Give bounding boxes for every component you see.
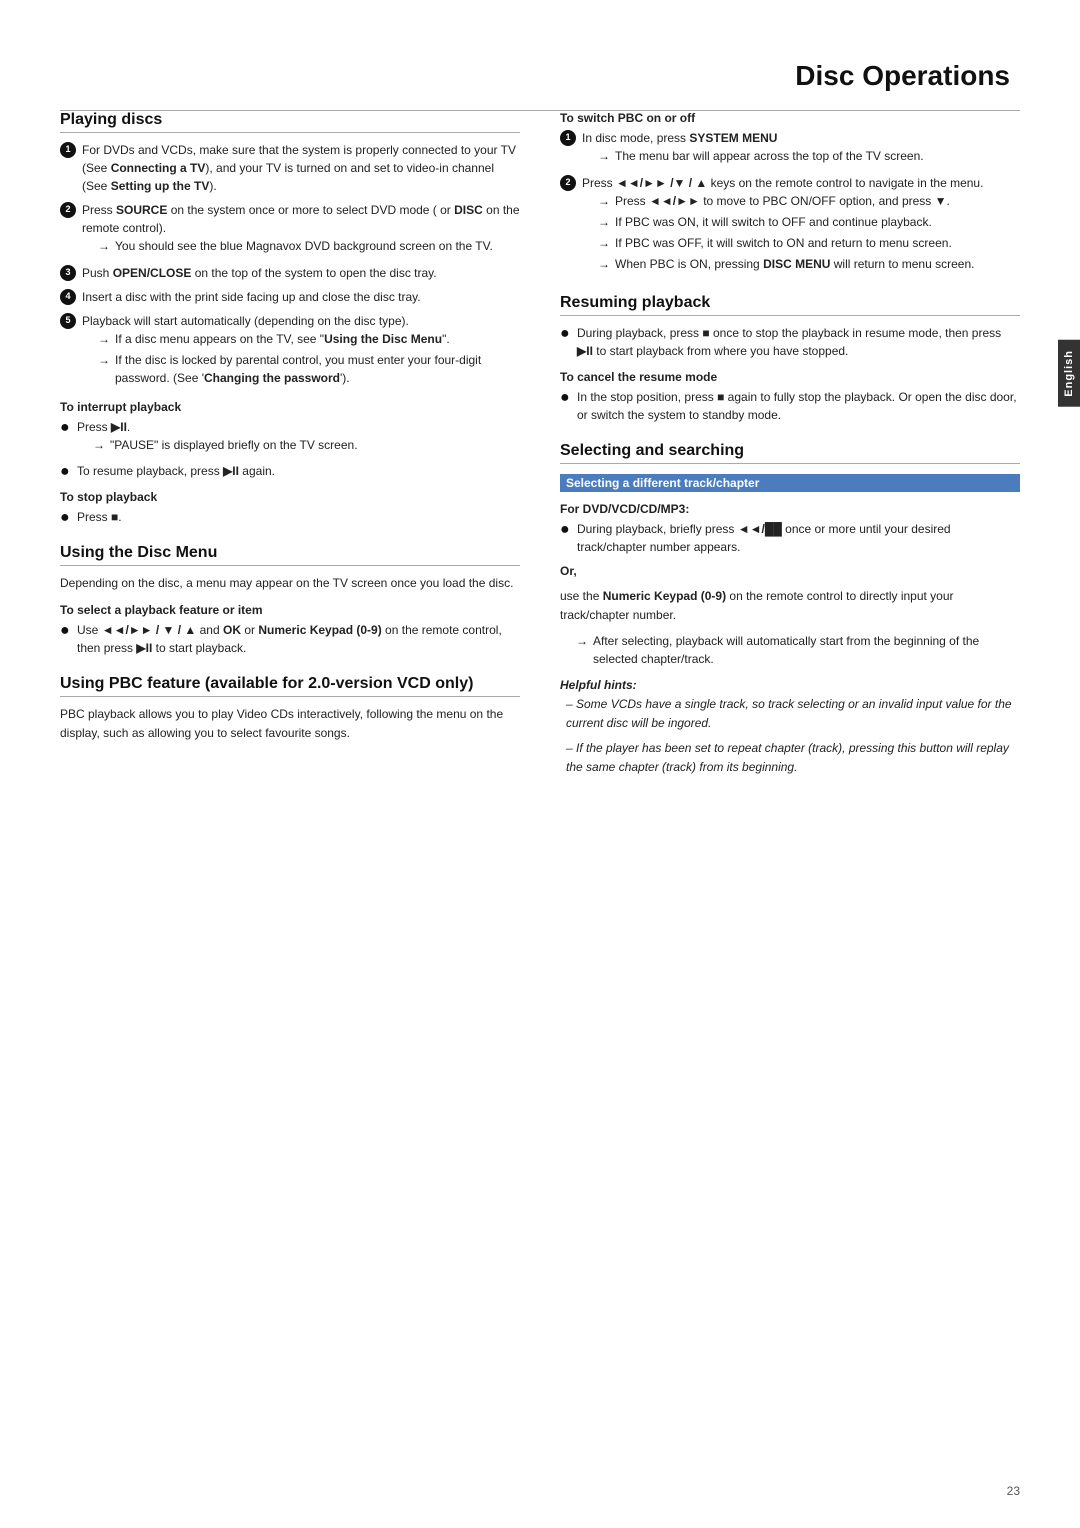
num-5: 5 xyxy=(60,313,76,329)
select-item-header: To select a playback feature or item xyxy=(60,603,520,617)
arrow-item: → If the disc is locked by parental cont… xyxy=(98,351,520,387)
page: Disc Operations English Playing discs 1 … xyxy=(0,0,1080,1528)
list-item: 1 In disc mode, press SYSTEM MENU → The … xyxy=(560,129,1020,168)
arrow-item: → You should see the blue Magnavox DVD b… xyxy=(98,237,520,255)
english-tab: English xyxy=(1058,340,1080,407)
list-item: 1 For DVDs and VCDs, make sure that the … xyxy=(60,141,520,195)
diff-track-header: Selecting a different track/chapter xyxy=(560,474,1020,492)
switch-pbc-header: To switch PBC on or off xyxy=(560,111,1020,125)
list-item: ● Press ■. xyxy=(60,508,520,526)
section-pbc: Using PBC feature (available for 2.0-ver… xyxy=(60,675,520,697)
arrow-item: → "PAUSE" is displayed briefly on the TV… xyxy=(93,436,358,454)
or-label: Or, xyxy=(560,562,1020,581)
list-item: ● During playback, briefly press ◄◄/██ o… xyxy=(560,520,1020,556)
num-4: 4 xyxy=(60,289,76,305)
arrow-item: → When PBC is ON, pressing DISC MENU wil… xyxy=(598,255,983,273)
arrow-item: → Press ◄◄/►► to move to PBC ON/OFF opti… xyxy=(598,192,983,210)
disc-menu-intro: Depending on the disc, a menu may appear… xyxy=(60,574,520,593)
arrow-item: → If PBC was OFF, it will switch to ON a… xyxy=(598,234,983,252)
playing-discs-list: 1 For DVDs and VCDs, make sure that the … xyxy=(60,141,520,390)
arrow-item: → If PBC was ON, it will switch to OFF a… xyxy=(598,213,983,231)
cancel-resume-header: To cancel the resume mode xyxy=(560,370,1020,384)
switch-pbc-list: 1 In disc mode, press SYSTEM MENU → The … xyxy=(560,129,1020,276)
list-item: 2 Press SOURCE on the system once or mor… xyxy=(60,201,520,258)
select-item-list: ● Use ◄◄/►► / ▼ / ▲ and OK or Numeric Ke… xyxy=(60,621,520,657)
list-item: ● In the stop position, press ■ again to… xyxy=(560,388,1020,424)
stop-playback-header: To stop playback xyxy=(60,490,520,504)
list-item: 3 Push OPEN/CLOSE on the top of the syst… xyxy=(60,264,520,282)
resuming-list: ● During playback, press ■ once to stop … xyxy=(560,324,1020,360)
arrow-item: → After selecting, playback will automat… xyxy=(576,632,1020,668)
num-3: 3 xyxy=(60,265,76,281)
helpful-hints-title: Helpful hints: xyxy=(560,676,1020,695)
list-item: ● During playback, press ■ once to stop … xyxy=(560,324,1020,360)
stop-playback-list: ● Press ■. xyxy=(60,508,520,526)
right-column: To switch PBC on or off 1 In disc mode, … xyxy=(560,111,1020,784)
left-column: Playing discs 1 For DVDs and VCDs, make … xyxy=(60,111,520,784)
for-dvd-list: ● During playback, briefly press ◄◄/██ o… xyxy=(560,520,1020,556)
helpful-hints: Helpful hints: – Some VCDs have a single… xyxy=(560,676,1020,778)
arrow-item: → The menu bar will appear across the to… xyxy=(598,147,924,165)
list-item: ● To resume playback, press ▶II again. xyxy=(60,462,520,480)
page-title: Disc Operations xyxy=(60,60,1020,92)
num-1: 1 xyxy=(60,142,76,158)
interrupt-playback-list: ● Press ▶II. → "PAUSE" is displayed brie… xyxy=(60,418,520,480)
page-number: 23 xyxy=(1007,1484,1020,1498)
list-item: 5 Playback will start automatically (dep… xyxy=(60,312,520,390)
num-1: 1 xyxy=(560,130,576,146)
hint-1: – Some VCDs have a single track, so trac… xyxy=(566,695,1020,733)
arrow-item: → If a disc menu appears on the TV, see … xyxy=(98,330,520,348)
num-2: 2 xyxy=(560,175,576,191)
list-item: ● Press ▶II. → "PAUSE" is displayed brie… xyxy=(60,418,520,457)
section-playing-discs: Playing discs xyxy=(60,111,520,133)
num-2: 2 xyxy=(60,202,76,218)
interrupt-playback-header: To interrupt playback xyxy=(60,400,520,414)
pbc-intro: PBC playback allows you to play Video CD… xyxy=(60,705,520,743)
or-text: use the Numeric Keypad (0-9) on the remo… xyxy=(560,587,1020,625)
for-dvd-header: For DVD/VCD/CD/MP3: xyxy=(560,502,1020,516)
section-selecting: Selecting and searching xyxy=(560,442,1020,464)
list-item: 2 Press ◄◄/►► /▼ / ▲ keys on the remote … xyxy=(560,174,1020,276)
content-columns: Playing discs 1 For DVDs and VCDs, make … xyxy=(60,111,1020,784)
cancel-resume-list: ● In the stop position, press ■ again to… xyxy=(560,388,1020,424)
list-item: ● Use ◄◄/►► / ▼ / ▲ and OK or Numeric Ke… xyxy=(60,621,520,657)
list-item: 4 Insert a disc with the print side faci… xyxy=(60,288,520,306)
section-disc-menu: Using the Disc Menu xyxy=(60,544,520,566)
hint-2: – If the player has been set to repeat c… xyxy=(566,739,1020,777)
section-resuming: Resuming playback xyxy=(560,294,1020,316)
